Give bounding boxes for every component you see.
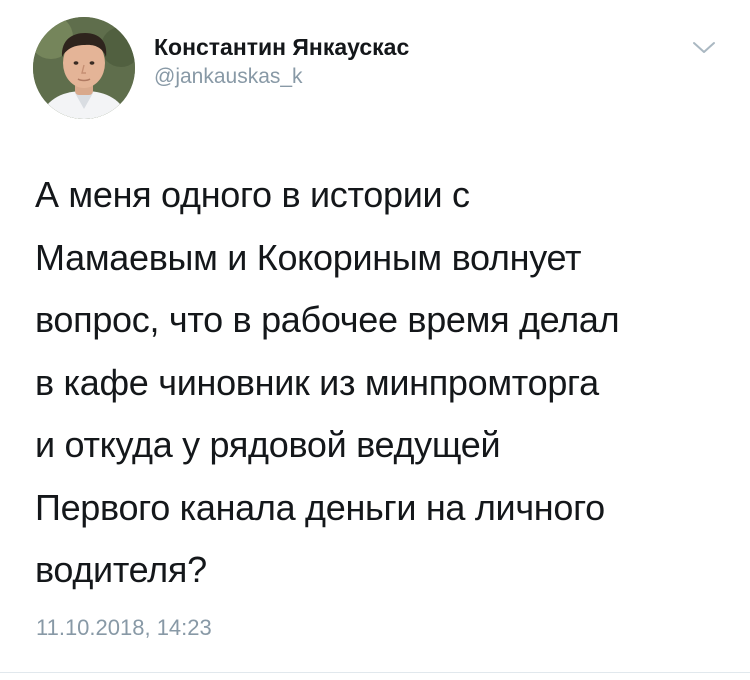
tweet-text-line: Мамаевым и Кокориным волнует: [35, 236, 582, 278]
tweet-text-line: водителя?: [35, 549, 207, 590]
tweet-timestamp[interactable]: 11.10.2018, 14:23: [36, 614, 212, 642]
author-display-name[interactable]: Константин Янкаускас: [154, 33, 409, 61]
tweet-text-line: Первого канала деньги на личного: [35, 486, 605, 528]
divider: [0, 672, 750, 673]
tweet-card: Константин Янкаускас @jankauskas_k А мен…: [0, 0, 750, 680]
author-info: Константин Янкаускас @jankauskas_k: [154, 33, 409, 90]
author-handle[interactable]: @jankauskas_k: [154, 64, 409, 90]
author-avatar[interactable]: [33, 17, 135, 119]
tweet-text-line: в кафе чиновник из минпромторга: [35, 361, 599, 403]
avatar-photo: [33, 17, 135, 119]
chevron-down-icon[interactable]: [692, 40, 716, 56]
tweet-text-line: вопрос, что в рабочее время делал: [35, 299, 620, 340]
tweet-text: А меня одного в истории с Мамаевым и Кок…: [35, 164, 725, 602]
tweet-text-line: А меня одного в истории с: [35, 174, 470, 215]
tweet-text-line: и откуда у рядовой ведущей: [35, 424, 501, 465]
